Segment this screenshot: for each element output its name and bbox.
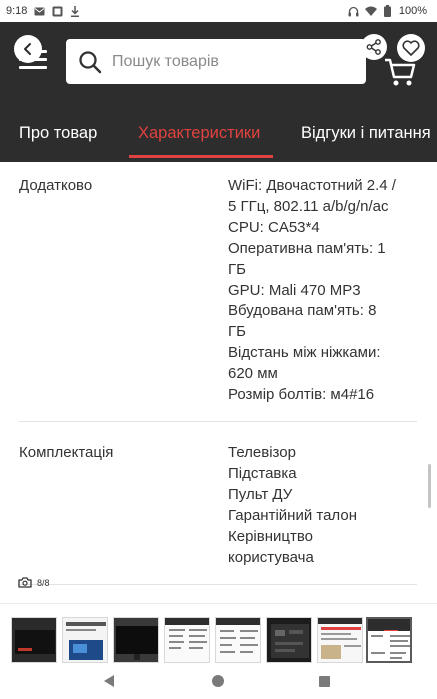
battery-level: 100% <box>398 5 427 17</box>
divider <box>19 584 417 585</box>
search-bar[interactable] <box>66 39 366 84</box>
thumbnail[interactable] <box>11 617 57 663</box>
nav-recents-icon[interactable] <box>319 676 330 687</box>
thumbnail[interactable] <box>164 617 210 663</box>
wifi-icon <box>364 5 377 17</box>
thumbnail[interactable] <box>62 617 108 663</box>
back-button[interactable] <box>14 35 42 63</box>
status-bar: 9:18 100% <box>0 0 437 22</box>
email-icon <box>33 5 45 17</box>
thumbnail-strip <box>0 603 437 666</box>
thumbnail[interactable] <box>215 617 261 663</box>
screenshot-icon <box>51 5 63 17</box>
nav-home-icon[interactable] <box>212 675 224 687</box>
spec-value: WiFi: Двочастотний 2.4 / 5 ГГц, 802.11 a… <box>228 177 396 404</box>
heart-icon <box>402 40 420 56</box>
thumbnail[interactable] <box>317 617 363 663</box>
back-icon <box>24 43 31 55</box>
system-nav-bar <box>0 666 437 699</box>
tab-reviews[interactable]: Відгуки і питання <box>301 124 431 143</box>
thumbnail[interactable] <box>113 617 159 663</box>
photo-counter: 8/8 <box>18 577 50 588</box>
nav-back-icon[interactable] <box>104 675 114 687</box>
app-header <box>0 22 437 102</box>
download-icon <box>69 5 81 17</box>
specs-list: Додатково WiFi: Двочастотний 2.4 / 5 ГГц… <box>0 162 437 603</box>
thumbnail[interactable] <box>266 617 312 663</box>
thumbnail-active[interactable] <box>366 617 412 663</box>
product-tabs: Про товар Характеристики Відгуки і питан… <box>0 102 437 162</box>
divider <box>19 421 417 422</box>
camera-icon <box>18 577 32 588</box>
tab-specifications[interactable]: Характеристики <box>138 124 260 143</box>
status-time: 9:18 <box>6 5 28 17</box>
spec-label: Додатково <box>19 177 93 194</box>
search-icon <box>78 50 102 74</box>
favorite-button[interactable] <box>397 34 425 62</box>
spec-label: Комплектація <box>19 444 114 461</box>
search-input[interactable] <box>112 52 342 71</box>
active-tab-indicator <box>129 155 273 158</box>
tab-about[interactable]: Про товар <box>19 124 97 143</box>
spec-value: Телевізор Підставка Пульт ДУ Гарантійний… <box>228 444 357 566</box>
scrollbar[interactable] <box>428 464 431 508</box>
battery-icon <box>382 5 394 17</box>
share-button[interactable] <box>361 34 387 60</box>
share-icon <box>366 39 381 55</box>
headphones-icon <box>348 5 360 17</box>
photo-counter-text: 8/8 <box>37 577 50 588</box>
cart-icon[interactable] <box>384 58 416 88</box>
